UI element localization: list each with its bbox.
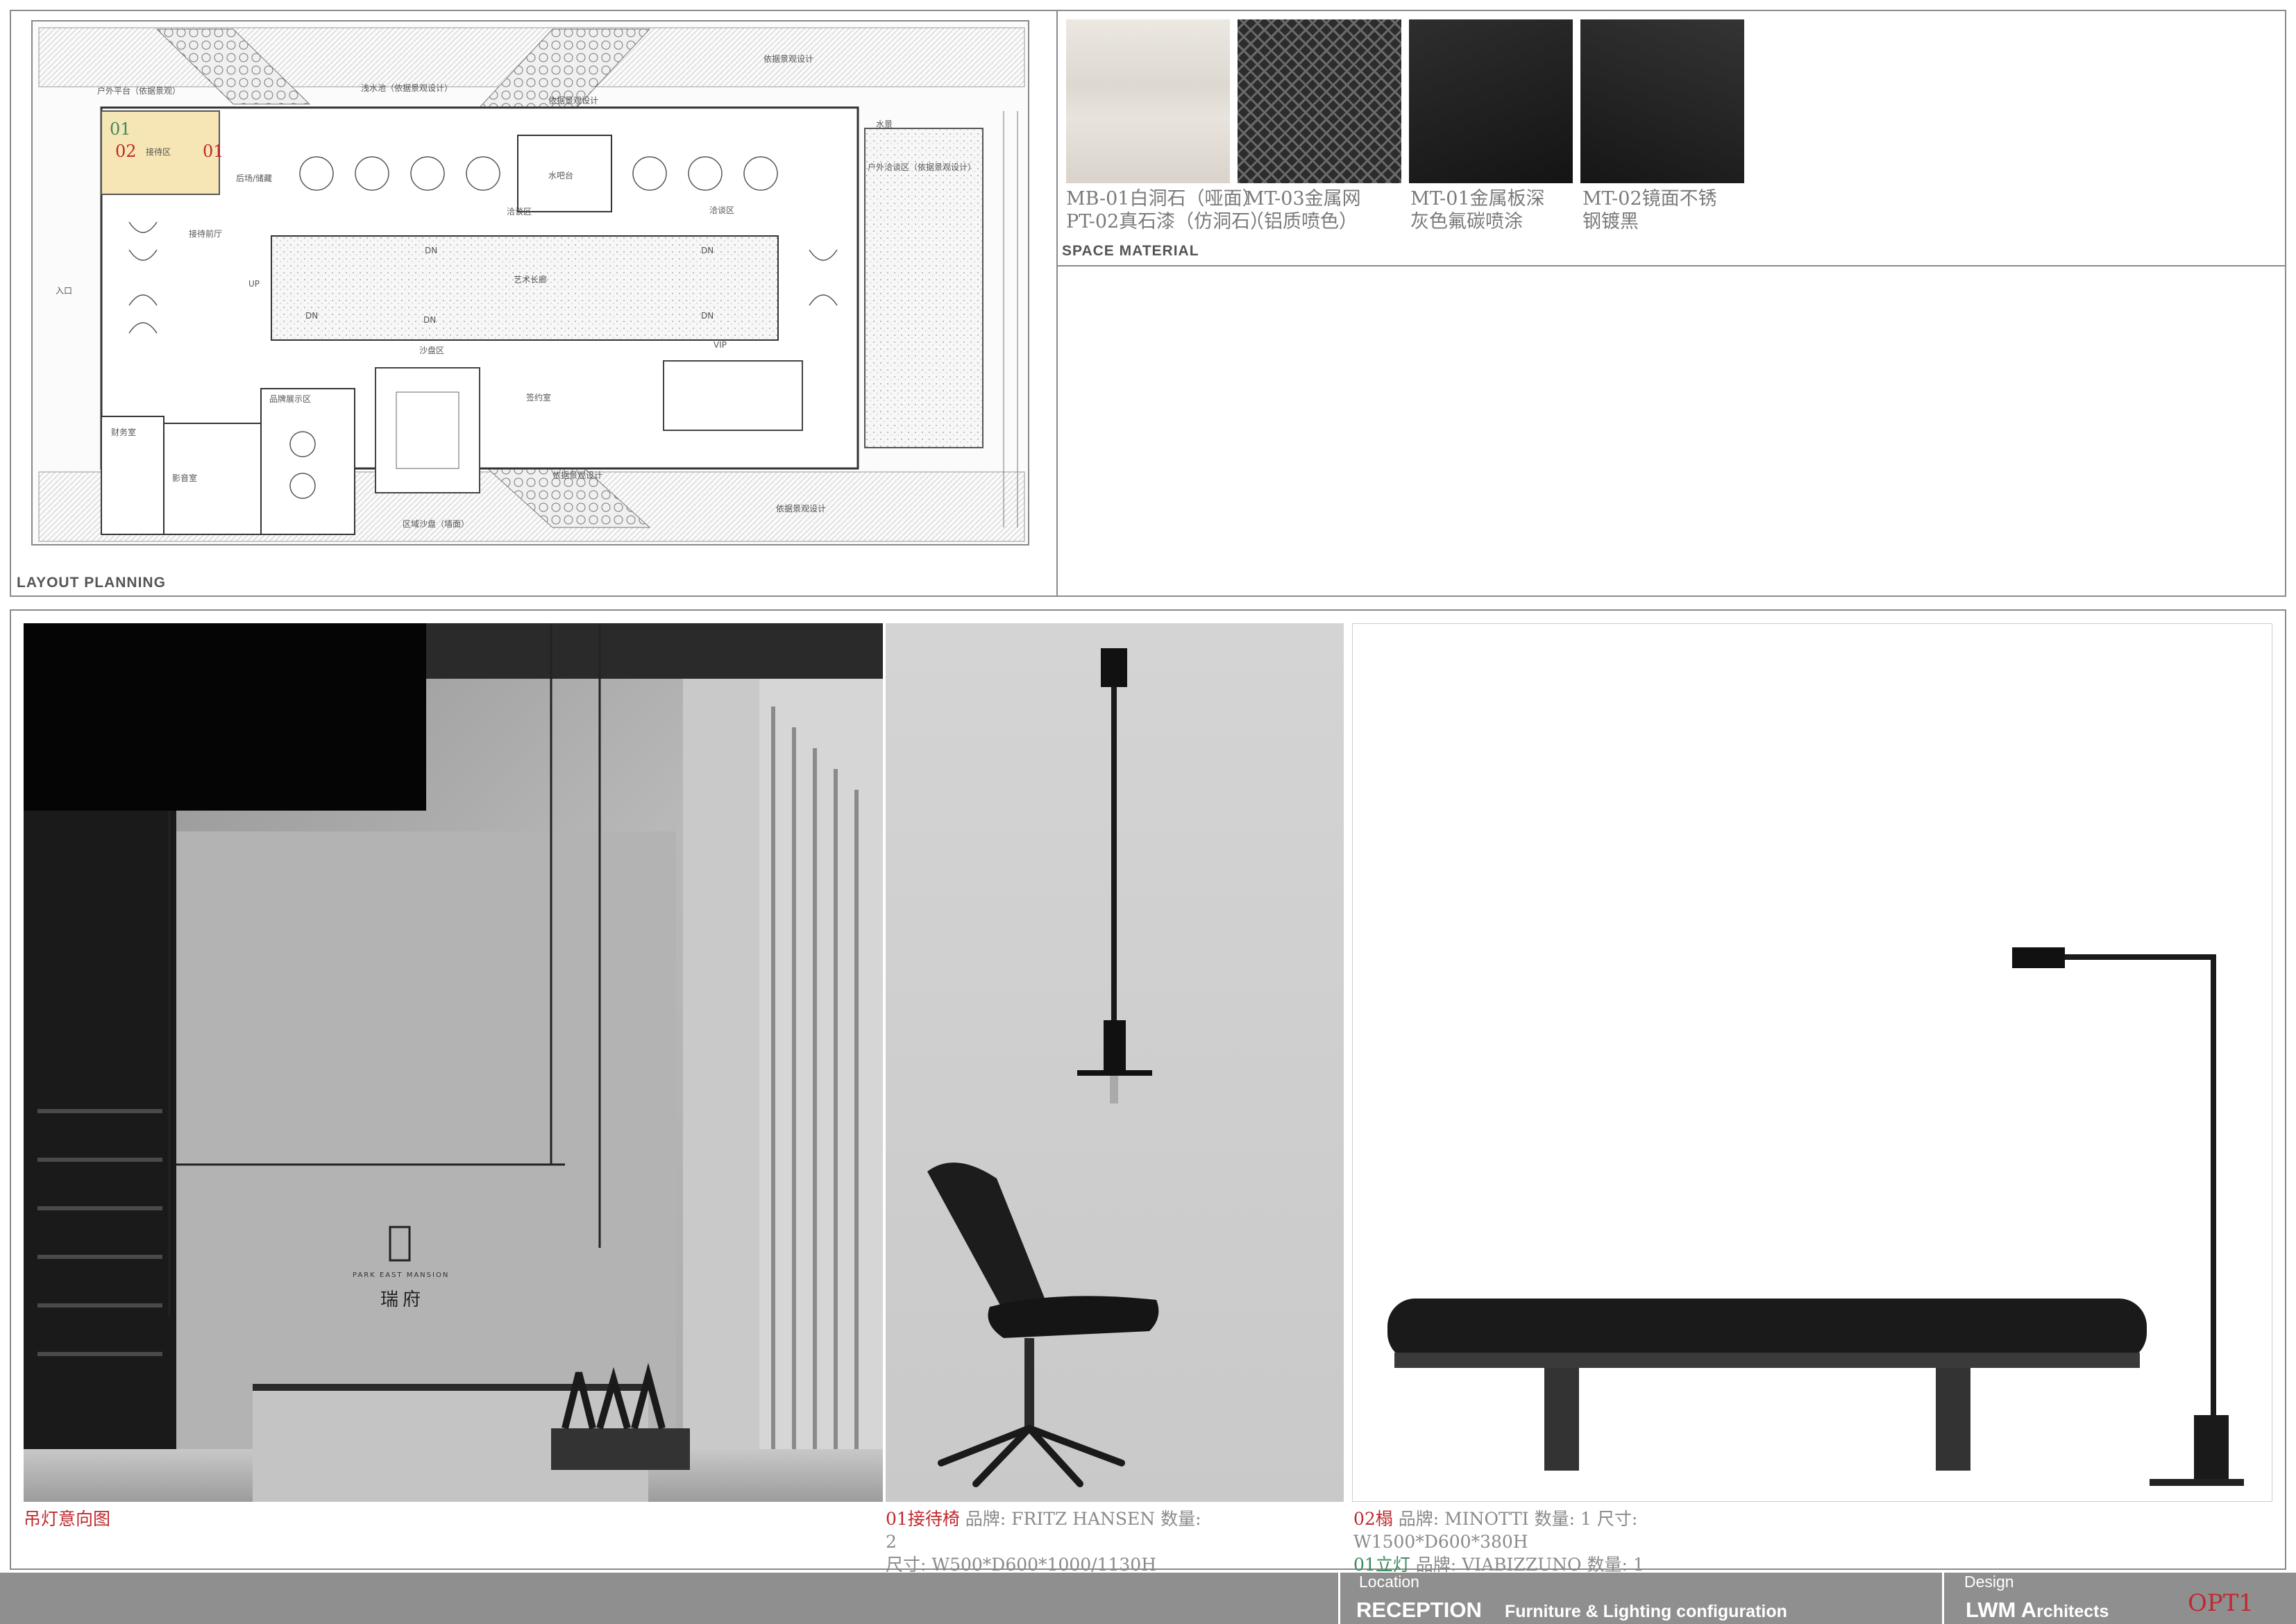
marker-02-red: 02: [115, 142, 137, 161]
dark-metal-panel-swatch: [1409, 19, 1573, 183]
material-mt02-line1: MT-02镜面不锈: [1582, 188, 1717, 210]
footer-title: RECEPTION: [1356, 1598, 1482, 1622]
plan-room-label: 接待区: [146, 147, 171, 157]
plan-room-label: 洽谈区: [709, 205, 735, 215]
plan-room-label: 财务室: [111, 428, 137, 437]
marker-01-green: 01: [110, 119, 131, 139]
footer-firm-rest: rchitects: [2036, 1602, 2109, 1621]
material-mt03-line1: MT-03金属网: [1245, 188, 1361, 210]
plan-room-label: 户外洽谈区（依据景观设计）: [868, 162, 977, 172]
plan-room-label: 影音室: [172, 473, 198, 483]
chair-name: 接待椅: [907, 1509, 960, 1529]
plan-room-label: 入口: [56, 286, 73, 296]
chair-number: 01: [886, 1509, 908, 1529]
chair-spec: 品牌: FRITZ HANSEN 数量:: [959, 1509, 1201, 1529]
footer-design-label: Design: [1964, 1573, 2014, 1591]
plan-room-label: VIP: [714, 340, 727, 350]
bench-number: 02: [1353, 1509, 1376, 1529]
footer-firm-lwm: LWM: [1966, 1598, 2016, 1622]
lamp-spec: 品牌: VIABIZZUNO 数量: 1: [1410, 1555, 1644, 1575]
footer-subtitle: Furniture & Lighting configuration: [1505, 1602, 1787, 1621]
plan-room-label: DN: [423, 315, 437, 325]
footer-bar: [0, 1573, 2296, 1624]
bench-name: 榻: [1375, 1509, 1393, 1529]
plan-room-label: UP: [248, 279, 260, 289]
space-material-divider: [1056, 265, 2286, 267]
plan-room-label: 依据景观设计: [763, 54, 814, 64]
bench-spec: 品牌: MINOTTI 数量: 1 尺寸:: [1392, 1509, 1638, 1529]
plan-room-label: 依据景观设计: [548, 96, 599, 105]
plan-room-label: 品牌展示区: [269, 394, 312, 404]
chair-caption-line2: 2: [886, 1532, 897, 1552]
plan-room-label: 洽谈区: [507, 207, 532, 217]
plan-room-label: 依据景观设计: [776, 504, 827, 514]
material-mb01-line1: MB-01白洞石（哑面）: [1066, 188, 1261, 210]
plan-room-label: 户外平台（依据景观）: [97, 86, 181, 96]
plan-room-label: 艺术长廊: [514, 275, 548, 285]
metal-mesh-swatch: [1238, 19, 1401, 183]
bench-caption-line1: 02榻 品牌: MINOTTI 数量: 1 尺寸:: [1353, 1507, 1637, 1530]
lamp-name: 立灯: [1375, 1555, 1410, 1575]
plan-room-label: 水吧台: [548, 171, 574, 180]
footer-option: OPT1: [2188, 1589, 2254, 1617]
footer-location-label: Location: [1359, 1573, 1419, 1591]
footer-firm-a: A: [2020, 1598, 2037, 1622]
lamp-number: 01: [1353, 1555, 1376, 1575]
mirror-steel-swatch: [1580, 19, 1744, 183]
footer-firm: LWM Architects: [1966, 1598, 2109, 1623]
chair-caption-line1: 01接待椅 品牌: FRITZ HANSEN 数量:: [886, 1507, 1201, 1530]
bench-lamp-image: [1352, 623, 2272, 1502]
footer-divider-left: [1338, 1573, 1340, 1624]
plan-room-label: 接待前厅: [189, 229, 223, 239]
plan-room-label: 水景: [876, 119, 893, 129]
material-mb01-line2: PT-02真石漆（仿洞石）: [1066, 211, 1269, 232]
chair-pendant-image: [886, 623, 1344, 1502]
reception-rendering-image: [24, 623, 883, 1502]
plan-room-label: 区域沙盘（墙面）: [403, 519, 470, 529]
material-mt01-line2: 灰色氟碳喷涂: [1410, 211, 1523, 232]
plan-room-label: 浅水池（依据景观设计）: [361, 83, 453, 93]
plan-room-label: 后场/储藏: [236, 174, 273, 183]
plan-room-label: DN: [701, 246, 714, 255]
plan-room-label: DN: [701, 311, 714, 321]
space-material-label: SPACE MATERIAL: [1062, 243, 1199, 259]
footer-divider-right: [1942, 1573, 1944, 1624]
plan-room-label: 签约室: [526, 393, 552, 403]
plan-room-label: DN: [305, 311, 319, 321]
rendering-caption: 吊灯意向图: [24, 1509, 111, 1529]
material-mt01-line1: MT-01金属板深: [1410, 188, 1545, 210]
material-mt03-line2: （铝质喷色）: [1245, 211, 1358, 232]
material-mt02-line2: 钢镀黑: [1582, 211, 1639, 232]
bench-caption-line2: W1500*D600*380H: [1353, 1532, 1528, 1552]
rendering-logo-cn: 瑞府: [380, 1289, 425, 1310]
layout-planning-label: LAYOUT PLANNING: [17, 575, 166, 591]
plan-room-label: 沙盘区: [419, 346, 445, 355]
marble-swatch: [1066, 19, 1230, 183]
rendering-logo-en: PARK EAST MANSION: [353, 1271, 450, 1279]
plan-room-label: 依据景观设计: [552, 471, 603, 480]
plan-room-label: DN: [425, 246, 438, 255]
marker-01-red: 01: [203, 142, 224, 161]
